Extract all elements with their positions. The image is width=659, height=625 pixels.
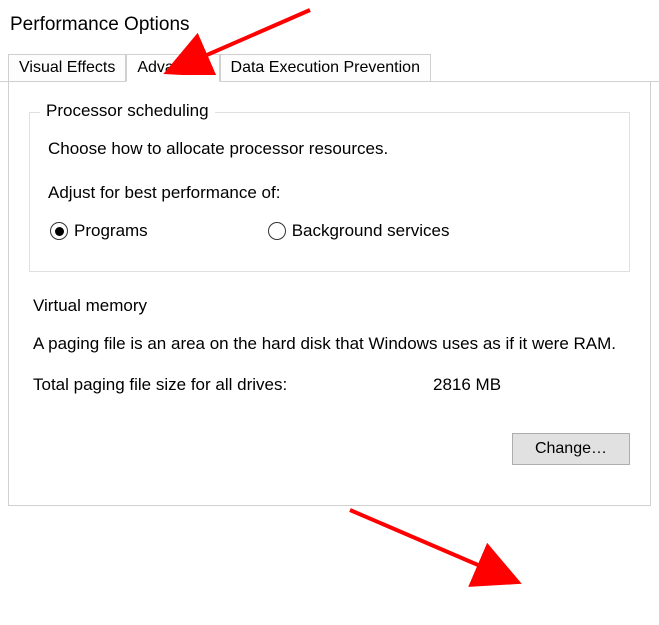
tab-dep[interactable]: Data Execution Prevention bbox=[220, 54, 431, 82]
change-button-row: Change… bbox=[33, 433, 630, 465]
paging-size-label: Total paging file size for all drives: bbox=[33, 375, 433, 395]
radio-programs-label: Programs bbox=[74, 221, 148, 241]
radio-background[interactable]: Background services bbox=[268, 221, 450, 241]
radio-selected-icon bbox=[50, 222, 68, 240]
paging-size-row: Total paging file size for all drives: 2… bbox=[33, 375, 630, 395]
radio-background-label: Background services bbox=[292, 221, 450, 241]
radio-unselected-icon bbox=[268, 222, 286, 240]
tab-bar: Visual Effects Advanced Data Execution P… bbox=[0, 54, 659, 82]
tab-content: Processor scheduling Choose how to alloc… bbox=[8, 82, 651, 506]
radio-programs[interactable]: Programs bbox=[50, 221, 148, 241]
radio-row: Programs Background services bbox=[50, 221, 611, 241]
change-button[interactable]: Change… bbox=[512, 433, 630, 465]
virtual-memory-legend: Virtual memory bbox=[33, 296, 630, 316]
virtual-memory-description: A paging file is an area on the hard dis… bbox=[33, 332, 630, 357]
virtual-memory-group: Virtual memory A paging file is an area … bbox=[29, 296, 630, 465]
tab-advanced[interactable]: Advanced bbox=[126, 54, 219, 82]
tab-visual-effects[interactable]: Visual Effects bbox=[8, 54, 126, 82]
processor-scheduling-legend: Processor scheduling bbox=[40, 101, 215, 121]
paging-size-value: 2816 MB bbox=[433, 375, 501, 395]
window-title: Performance Options bbox=[0, 0, 659, 54]
processor-scheduling-group: Processor scheduling Choose how to alloc… bbox=[29, 112, 630, 272]
annotation-arrow-button bbox=[340, 500, 540, 590]
adjust-label: Adjust for best performance of: bbox=[48, 183, 611, 203]
processor-scheduling-description: Choose how to allocate processor resourc… bbox=[48, 139, 611, 159]
